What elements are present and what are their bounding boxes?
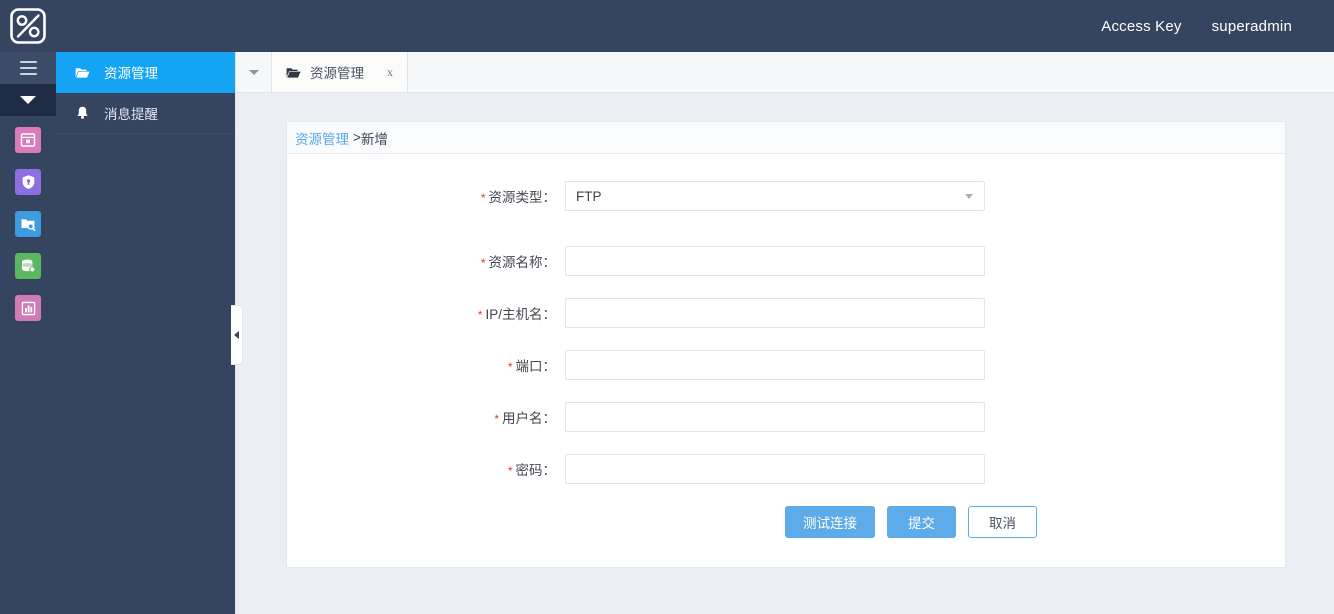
- label-resource-type: * 资源类型：: [480, 190, 556, 205]
- rail-collapse-button[interactable]: [0, 84, 56, 116]
- sidebar-icon-terminal[interactable]: [15, 127, 41, 153]
- sidebar-collapse-handle[interactable]: [231, 305, 243, 365]
- main-content: 资源管理 x 资源管理 > 新增 * 资源类型： FTP * 资源名称： * I…: [236, 52, 1334, 614]
- form-row-resource-name: * 资源名称：: [287, 246, 1285, 276]
- nav-panel: 资源管理 消息提醒: [56, 52, 236, 614]
- field-ip-hostname: [565, 298, 985, 328]
- form-row-resource-type: * 资源类型：: [287, 181, 1285, 211]
- breadcrumb-separator: >: [353, 130, 361, 145]
- required-asterisk: *: [480, 191, 486, 205]
- sidebar-icon-file-audit[interactable]: [15, 211, 41, 237]
- label-port: * 端口：: [507, 359, 556, 374]
- label-username: * 用户名：: [494, 411, 556, 426]
- folder-search-icon: [21, 219, 36, 231]
- field-password: [565, 454, 985, 484]
- form-row-port: * 端口：: [287, 350, 1285, 380]
- shield-icon: [22, 175, 34, 189]
- port-input[interactable]: [565, 350, 985, 380]
- folder-open-icon: [286, 66, 301, 79]
- content-card: 资源管理 > 新增 * 资源类型： FTP * 资源名称： * IP/主机名： …: [286, 121, 1286, 568]
- bell-icon: [74, 106, 90, 120]
- sidebar-icon-reports[interactable]: [15, 295, 41, 321]
- field-port: [565, 350, 985, 380]
- tab-bar: 资源管理 x: [236, 52, 1334, 93]
- triangle-down-icon: [20, 96, 36, 104]
- required-asterisk: *: [494, 412, 499, 426]
- app-root: Access Key superadmin 资源管理 消息提醒 资源管理 x 资…: [0, 0, 1334, 614]
- username-input[interactable]: [565, 402, 985, 432]
- rail-icon-list: [0, 116, 56, 321]
- field-resource-name: [565, 246, 985, 276]
- nav-item-label: 消息提醒: [104, 107, 158, 122]
- submit-button[interactable]: 提交: [887, 506, 956, 538]
- chevron-left-icon: [234, 331, 239, 339]
- database-wrench-icon: [22, 259, 36, 273]
- resource-name-input[interactable]: [565, 246, 985, 276]
- app-logo[interactable]: [0, 0, 56, 52]
- tab-list-dropdown-button[interactable]: [236, 52, 272, 92]
- test-connection-button[interactable]: 测试连接: [785, 506, 875, 538]
- field-resource-type: [565, 181, 985, 211]
- top-header: Access Key superadmin: [0, 0, 1334, 52]
- resource-form: *资源类型： *资源名称：: [287, 154, 1285, 538]
- form-row-password: * 密码：: [287, 454, 1285, 484]
- required-asterisk: *: [507, 464, 513, 478]
- label-ip-hostname: * IP/主机名：: [477, 307, 556, 322]
- nav-item-message-alerts[interactable]: 消息提醒: [56, 93, 235, 134]
- required-asterisk: *: [507, 360, 513, 374]
- tab-label: 资源管理: [310, 66, 364, 81]
- percent-logo-icon: [10, 8, 46, 44]
- terminal-window-icon: [20, 133, 36, 147]
- password-input[interactable]: [565, 454, 985, 484]
- resource-type-select[interactable]: [565, 181, 985, 211]
- menu-toggle-button[interactable]: [0, 52, 56, 84]
- nav-item-resource-management[interactable]: 资源管理: [56, 52, 235, 93]
- tab-resource-management[interactable]: 资源管理 x: [272, 52, 408, 92]
- breadcrumb-current: 新增: [360, 131, 388, 147]
- tab-close-icon[interactable]: x: [387, 65, 393, 80]
- sidebar-icon-security[interactable]: [15, 169, 41, 195]
- form-row-ip-hostname: * IP/主机名：: [287, 298, 1285, 328]
- caret-down-icon: [248, 69, 259, 75]
- icon-rail: [0, 52, 56, 614]
- access-key-link[interactable]: Access Key: [1101, 18, 1181, 35]
- nav-item-label: 资源管理: [104, 66, 158, 81]
- cancel-button[interactable]: 取消: [968, 506, 1037, 538]
- ip-hostname-input[interactable]: [565, 298, 985, 328]
- required-asterisk: *: [477, 308, 483, 322]
- breadcrumb-link-resource-management[interactable]: 资源管理: [295, 128, 349, 148]
- label-resource-name: * 资源名称：: [480, 255, 556, 270]
- label-password: * 密码：: [507, 463, 556, 478]
- field-username: [565, 402, 985, 432]
- hamburger-icon: [19, 61, 37, 75]
- user-menu-link[interactable]: superadmin: [1212, 18, 1292, 35]
- sidebar-icon-database[interactable]: [15, 253, 41, 279]
- form-actions: 测试连接 提交 取消: [287, 506, 1285, 538]
- breadcrumb: 资源管理 > 新增: [287, 122, 1285, 154]
- bar-chart-icon: [21, 301, 35, 315]
- form-row-username: * 用户名：: [287, 402, 1285, 432]
- header-actions: Access Key superadmin: [1101, 0, 1334, 52]
- required-asterisk: *: [480, 256, 486, 270]
- folder-open-icon: [74, 66, 90, 79]
